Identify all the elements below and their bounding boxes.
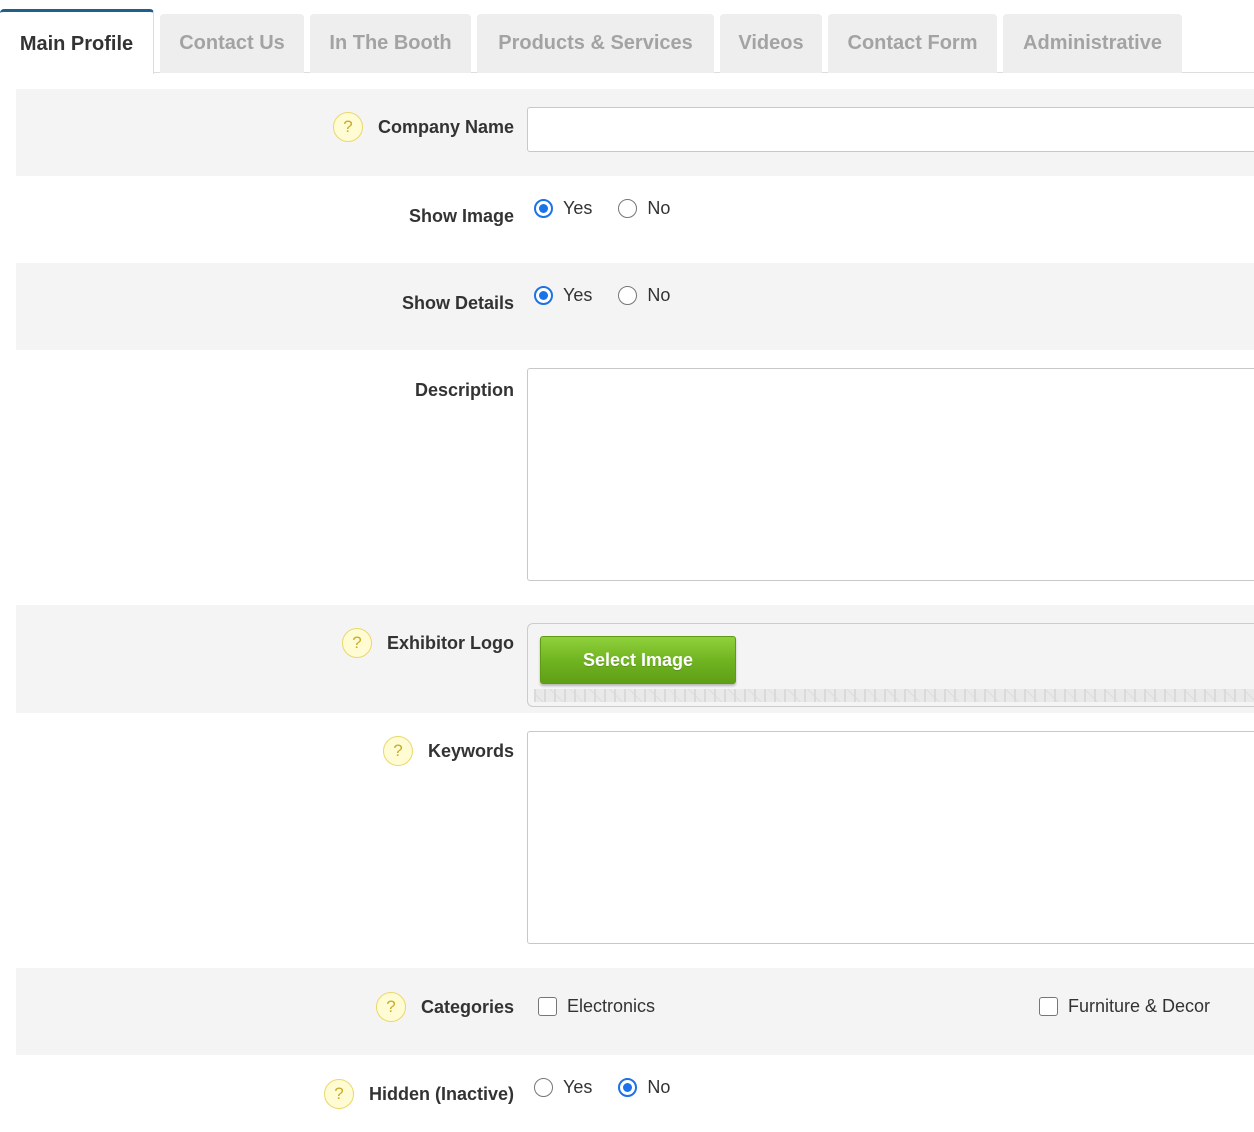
show-details-no-option[interactable]: No bbox=[618, 285, 670, 306]
show-image-no-label: No bbox=[647, 198, 671, 218]
help-icon[interactable]: ? bbox=[323, 1079, 354, 1109]
show-image-radio-group: Yes No bbox=[534, 198, 696, 219]
show-details-yes-radio[interactable] bbox=[534, 286, 553, 305]
show-details-no-label: No bbox=[647, 285, 671, 305]
category-furniture-decor-option[interactable]: Furniture & Decor bbox=[1039, 996, 1210, 1017]
tab-contact-form[interactable]: Contact Form bbox=[828, 14, 997, 73]
company-name-label: Company Name bbox=[377, 116, 514, 137]
tab-bar: Main Profile Contact Us In The Booth Pro… bbox=[0, 0, 1254, 74]
row-show-image: Show Image Yes No bbox=[16, 176, 1254, 263]
help-icon[interactable]: ? bbox=[332, 112, 363, 142]
show-details-yes-label: Yes bbox=[563, 285, 593, 305]
show-image-yes-label: Yes bbox=[563, 198, 593, 218]
tab-main-profile[interactable]: Main Profile bbox=[0, 9, 154, 74]
hidden-no-label: No bbox=[647, 1077, 671, 1097]
category-electronics-label: Electronics bbox=[567, 996, 656, 1016]
show-image-no-option[interactable]: No bbox=[618, 198, 670, 219]
description-textarea[interactable] bbox=[527, 368, 1254, 581]
tab-contact-us[interactable]: Contact Us bbox=[160, 14, 304, 73]
category-furniture-decor-checkbox[interactable] bbox=[1039, 997, 1058, 1016]
exhibitor-logo-label: Exhibitor Logo bbox=[387, 632, 514, 653]
keywords-textarea[interactable] bbox=[527, 731, 1254, 944]
show-image-no-radio[interactable] bbox=[618, 199, 638, 218]
tab-in-the-booth[interactable]: In The Booth bbox=[310, 14, 471, 73]
categories-label: Categories bbox=[420, 996, 514, 1017]
hidden-no-radio[interactable] bbox=[618, 1078, 638, 1097]
tab-videos[interactable]: Videos bbox=[720, 14, 822, 73]
keywords-label-wrap: ? Keywords bbox=[382, 736, 514, 766]
help-icon[interactable]: ? bbox=[342, 628, 373, 658]
row-description: Description bbox=[16, 350, 1254, 605]
category-electronics-checkbox[interactable] bbox=[538, 997, 557, 1016]
hidden-yes-radio[interactable] bbox=[534, 1078, 553, 1097]
company-name-label-wrap: ? Company Name bbox=[332, 112, 514, 142]
hidden-yes-label: Yes bbox=[563, 1077, 593, 1097]
help-icon[interactable]: ? bbox=[375, 992, 406, 1022]
hidden-label: Hidden (Inactive) bbox=[368, 1083, 514, 1104]
row-exhibitor-logo: ? Exhibitor Logo Select Image bbox=[16, 605, 1254, 713]
exhibitor-logo-label-wrap: ? Exhibitor Logo bbox=[342, 628, 514, 658]
upload-progress-strip bbox=[534, 689, 1254, 702]
description-label-wrap: Description bbox=[415, 380, 514, 401]
description-label: Description bbox=[414, 380, 514, 400]
row-categories: ? Categories Electronics Furniture & Dec… bbox=[16, 968, 1254, 1055]
show-details-no-radio[interactable] bbox=[618, 286, 638, 305]
show-details-yes-option[interactable]: Yes bbox=[534, 285, 592, 306]
show-details-label: Show Details bbox=[401, 293, 514, 313]
categories-label-wrap: ? Categories bbox=[375, 992, 514, 1022]
show-image-yes-option[interactable]: Yes bbox=[534, 198, 592, 219]
hidden-yes-option[interactable]: Yes bbox=[534, 1077, 592, 1098]
company-name-input[interactable] bbox=[527, 107, 1254, 152]
select-image-button[interactable]: Select Image bbox=[540, 636, 736, 684]
hidden-no-option[interactable]: No bbox=[618, 1077, 670, 1098]
category-furniture-decor-label: Furniture & Decor bbox=[1068, 996, 1211, 1016]
exhibitor-profile-page: Main Profile Contact Us In The Booth Pro… bbox=[0, 0, 1254, 1132]
row-company-name: ? Company Name bbox=[16, 89, 1254, 176]
show-image-label-wrap: Show Image bbox=[409, 206, 514, 227]
row-show-details: Show Details Yes No bbox=[16, 263, 1254, 350]
row-keywords: ? Keywords bbox=[16, 713, 1254, 968]
show-image-yes-radio[interactable] bbox=[534, 199, 553, 218]
tab-administrative[interactable]: Administrative bbox=[1003, 14, 1182, 73]
category-electronics-option[interactable]: Electronics bbox=[538, 996, 655, 1017]
tab-products-services[interactable]: Products & Services bbox=[477, 14, 714, 73]
show-details-label-wrap: Show Details bbox=[402, 293, 514, 314]
help-icon[interactable]: ? bbox=[382, 736, 413, 766]
hidden-radio-group: Yes No bbox=[534, 1077, 696, 1098]
row-hidden-inactive: ? Hidden (Inactive) Yes No bbox=[16, 1055, 1254, 1132]
logo-upload-area: Select Image bbox=[527, 623, 1254, 707]
hidden-label-wrap: ? Hidden (Inactive) bbox=[323, 1079, 514, 1109]
show-image-label: Show Image bbox=[408, 206, 514, 226]
keywords-label: Keywords bbox=[427, 740, 514, 761]
show-details-radio-group: Yes No bbox=[534, 285, 696, 306]
